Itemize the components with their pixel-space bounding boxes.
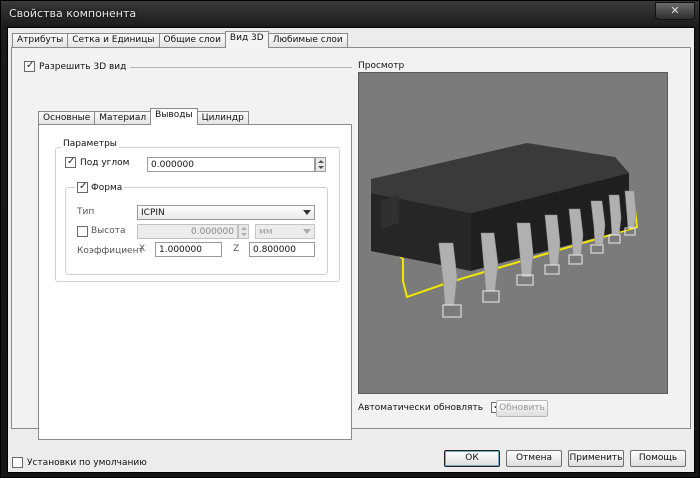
- height-checkbox[interactable]: [77, 226, 88, 237]
- height-label: Высота: [91, 226, 126, 236]
- help-button[interactable]: Помощь: [630, 450, 686, 467]
- update-button[interactable]: Обновить: [496, 400, 548, 417]
- dialog-client: Атрибуты Сетка и Единицы Общие слои Вид …: [7, 27, 695, 473]
- z-label: Z: [233, 244, 240, 254]
- pin-3: [516, 222, 534, 278]
- pad-7: [608, 234, 621, 244]
- angle-checkbox[interactable]: [65, 156, 76, 168]
- pin-4: [544, 214, 561, 266]
- height-unit-select[interactable]: мм: [255, 224, 315, 239]
- height-input[interactable]: 0.000000: [137, 224, 238, 239]
- defaults-label: Установки по умолчанию: [27, 457, 147, 468]
- close-icon: ✕: [670, 4, 680, 17]
- x-label: X: [139, 244, 146, 254]
- pad-1: [442, 304, 462, 318]
- pad-6: [590, 244, 604, 254]
- chip-notch: [381, 195, 399, 229]
- coef-label: Коэффициент: [77, 246, 144, 256]
- sub-tabs: Основные Материал Выводы Цилиндр: [38, 108, 249, 125]
- form-title-row: Форма: [75, 181, 125, 193]
- chevron-down-icon: [303, 210, 311, 215]
- angle-label: Под углом: [80, 157, 130, 168]
- height-spinner[interactable]: [238, 224, 249, 239]
- auto-update-label: Автоматически обновлять: [358, 402, 484, 413]
- auto-update-row: Автоматически обновлять: [358, 401, 503, 413]
- z-input[interactable]: 0.800000: [249, 242, 315, 257]
- form-checkbox[interactable]: [77, 181, 88, 193]
- height-unit-value: мм: [259, 227, 273, 237]
- tab-grid-units[interactable]: Сетка и Единицы: [67, 33, 160, 48]
- tab-common-layers[interactable]: Общие слои: [158, 33, 226, 48]
- x-input[interactable]: 1.000000: [155, 242, 222, 257]
- close-button[interactable]: ✕: [655, 2, 695, 20]
- angle-input[interactable]: 0.000000: [147, 157, 315, 172]
- apply-button[interactable]: Применить: [568, 450, 624, 467]
- tab-favorite-layers[interactable]: Любимые слои: [267, 33, 348, 48]
- subtab-material[interactable]: Материал: [94, 111, 152, 125]
- enable-3d-label: Разрешить 3D вид: [39, 61, 127, 72]
- enable-3d-row: Разрешить 3D вид: [24, 60, 127, 72]
- angle-spinner[interactable]: [315, 157, 326, 172]
- angle-row: Под углом: [65, 156, 130, 168]
- form-label: Форма: [91, 182, 123, 193]
- tab-attributes[interactable]: Атрибуты: [12, 33, 69, 48]
- defaults-row: Установки по умолчанию: [12, 457, 147, 468]
- chevron-down-icon: [303, 229, 311, 234]
- separator: [130, 67, 352, 68]
- pad-5: [568, 254, 583, 265]
- title-bar[interactable]: Свойства компонента ✕: [1, 1, 699, 27]
- subtab-main[interactable]: Основные: [38, 111, 96, 125]
- dialog-window: Свойства компонента ✕ Атрибуты Сетка и Е…: [0, 0, 700, 478]
- enable-3d-checkbox[interactable]: [24, 60, 35, 72]
- pad-4: [544, 264, 560, 275]
- params-title: Параметры: [61, 139, 119, 149]
- window-title: Свойства компонента: [9, 7, 137, 20]
- pins-panel: Параметры Под углом 0.000000 Форма Тип I…: [38, 124, 352, 440]
- subtab-pins[interactable]: Выводы: [150, 108, 198, 125]
- preview-viewport[interactable]: [358, 72, 668, 394]
- ok-button[interactable]: ОК: [444, 450, 500, 467]
- main-tabs: Атрибуты Сетка и Единицы Общие слои Вид …: [12, 31, 348, 48]
- type-select[interactable]: ICPIN: [137, 205, 315, 220]
- chip-3d-render: [371, 143, 639, 318]
- type-label: Тип: [77, 207, 95, 217]
- cancel-button[interactable]: Отмена: [506, 450, 562, 467]
- pad-2: [482, 290, 500, 303]
- pin-1: [438, 242, 458, 306]
- tab-3d-view[interactable]: Вид 3D: [224, 31, 269, 48]
- type-value: ICPIN: [141, 208, 165, 218]
- subtab-cylinder[interactable]: Цилиндр: [196, 111, 249, 125]
- defaults-checkbox[interactable]: [12, 457, 23, 468]
- preview-label: Просмотр: [358, 61, 405, 71]
